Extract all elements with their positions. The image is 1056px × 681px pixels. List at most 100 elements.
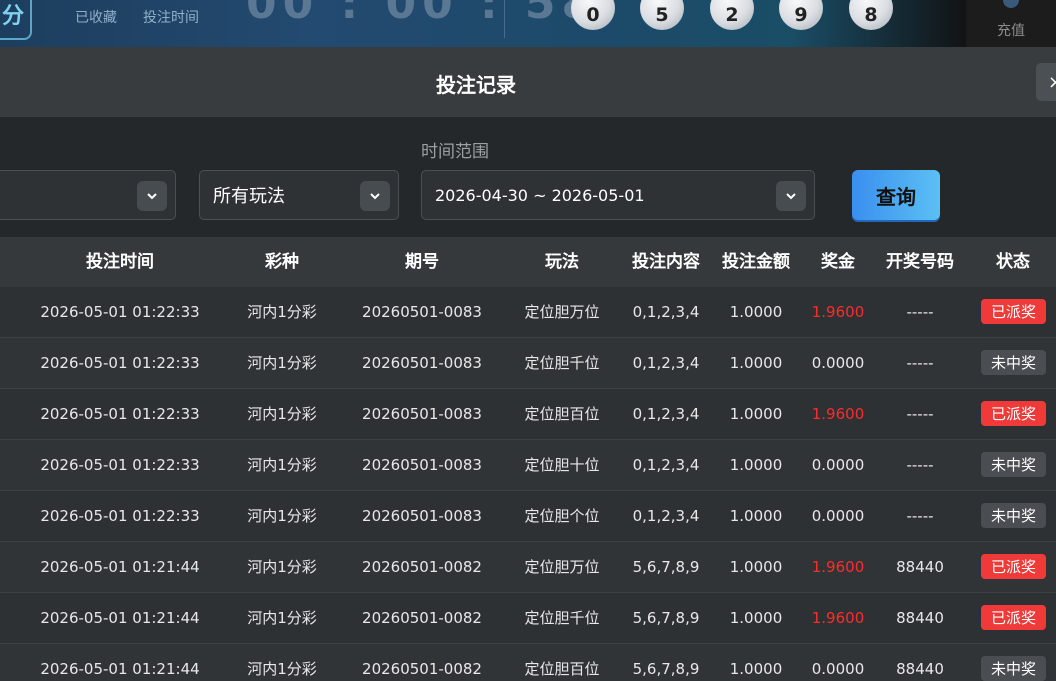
cell-bet-time: 2026-05-01 01:22:33: [40, 354, 200, 372]
cell-issue: 20260501-0082: [362, 609, 482, 627]
cell-bet-content: 5,6,7,8,9: [632, 660, 700, 678]
top-divider: [504, 0, 505, 38]
cell-bet-time: 2026-05-01 01:22:33: [40, 456, 200, 474]
table-row[interactable]: 2026-05-01 01:22:33 河内1分彩 20260501-0083 定位胆…: [0, 491, 1056, 542]
status-badge: 已派奖: [981, 554, 1046, 579]
lottery-logo: 分: [0, 0, 32, 40]
cell-lottery: 河内1分彩: [247, 609, 317, 627]
status-badge: 未中奖: [981, 503, 1046, 528]
cell-lottery: 河内1分彩: [247, 507, 317, 525]
bet-time-link[interactable]: 投注时间: [143, 7, 199, 27]
cell-lottery: 河内1分彩: [247, 456, 317, 474]
cell-play-type: 定位胆万位: [524, 558, 600, 576]
cell-play-type: 定位胆万位: [524, 303, 600, 321]
cell-bet-amount: 1.0000: [729, 609, 783, 627]
cell-bet-amount: 1.0000: [729, 660, 783, 678]
cell-bet-amount: 1.0000: [729, 405, 783, 423]
cell-bet-time: 2026-05-01 01:21:44: [40, 558, 200, 576]
draw-ball: 9: [779, 0, 823, 30]
cell-bet-content: 0,1,2,3,4: [632, 456, 700, 474]
cell-lottery: 河内1分彩: [247, 303, 317, 321]
cell-issue: 20260501-0083: [362, 405, 482, 423]
cell-draw-number: 88440: [896, 660, 944, 678]
cell-play-type: 定位胆百位: [524, 660, 600, 678]
cell-prize: 0.0000: [811, 354, 865, 372]
column-header: 奖金: [821, 252, 855, 272]
time-range-label: 时间范围: [421, 142, 489, 162]
cell-lottery: 河内1分彩: [247, 660, 317, 678]
table-row[interactable]: 2026-05-01 01:22:33 河内1分彩 20260501-0083 定位胆…: [0, 287, 1056, 338]
play-type-select-value: 所有玩法: [213, 186, 285, 207]
modal-header: 投注记录 ×: [0, 47, 1056, 117]
countdown-timer: 00 : 00 : 58: [246, 0, 599, 29]
bet-records-modal: 投注记录 × 所有玩法 时间范围 2026-04-30 ~ 2026-05-01…: [0, 47, 1056, 681]
cell-prize: 1.9600: [811, 405, 865, 423]
table-row[interactable]: 2026-05-01 01:21:44 河内1分彩 20260501-0082 定位胆…: [0, 593, 1056, 644]
modal-title: 投注记录: [436, 73, 516, 97]
cell-draw-number: -----: [906, 405, 934, 423]
status-badge: 已派奖: [981, 299, 1046, 324]
cell-play-type: 定位胆百位: [524, 405, 600, 423]
play-type-select[interactable]: 所有玩法: [199, 170, 399, 220]
chevron-down-icon: [776, 181, 806, 211]
time-range-select[interactable]: 2026-04-30 ~ 2026-05-01: [421, 170, 815, 220]
cell-lottery: 河内1分彩: [247, 354, 317, 372]
cell-play-type: 定位胆千位: [524, 609, 600, 627]
cell-prize: 0.0000: [811, 456, 865, 474]
column-header: 状态: [996, 252, 1030, 272]
cell-bet-content: 5,6,7,8,9: [632, 558, 700, 576]
cell-bet-content: 5,6,7,8,9: [632, 609, 700, 627]
status-badge: 未中奖: [981, 452, 1046, 477]
cell-bet-amount: 1.0000: [729, 303, 783, 321]
cell-play-type: 定位胆十位: [524, 456, 600, 474]
cell-play-type: 定位胆个位: [524, 507, 600, 525]
cell-bet-amount: 1.0000: [729, 558, 783, 576]
cell-prize: 0.0000: [811, 507, 865, 525]
cell-draw-number: -----: [906, 507, 934, 525]
close-button[interactable]: ×: [1036, 63, 1056, 101]
top-bar: 分 已收藏 投注时间 00 : 00 : 58 0 5 2 9 8 充值: [0, 0, 1056, 47]
cell-bet-content: 0,1,2,3,4: [632, 405, 700, 423]
time-range-value: 2026-04-30 ~ 2026-05-01: [435, 185, 645, 205]
table-row[interactable]: 2026-05-01 01:22:33 河内1分彩 20260501-0083 定位胆…: [0, 338, 1056, 389]
cell-lottery: 河内1分彩: [247, 405, 317, 423]
draw-ball: 8: [849, 0, 893, 30]
cell-bet-content: 0,1,2,3,4: [632, 354, 700, 372]
cell-bet-time: 2026-05-01 01:22:33: [40, 507, 200, 525]
cell-lottery: 河内1分彩: [247, 558, 317, 576]
column-header: 期号: [405, 252, 439, 272]
column-header: 彩种: [265, 252, 299, 272]
table-row[interactable]: 2026-05-01 01:21:44 河内1分彩 20260501-0082 定位胆…: [0, 644, 1056, 681]
query-button[interactable]: 查询: [852, 170, 940, 220]
status-badge: 已派奖: [981, 401, 1046, 426]
favorited-link[interactable]: 已收藏: [75, 7, 117, 27]
recharge-label: 充值: [997, 23, 1025, 39]
cell-bet-time: 2026-05-01 01:22:33: [40, 405, 200, 423]
chevron-down-icon: [137, 181, 167, 211]
chevron-down-icon: [360, 181, 390, 211]
cell-prize: 1.9600: [811, 558, 865, 576]
cell-bet-amount: 1.0000: [729, 507, 783, 525]
filter-bar: 所有玩法 时间范围 2026-04-30 ~ 2026-05-01 查询: [0, 117, 1056, 237]
table-row[interactable]: 2026-05-01 01:22:33 河内1分彩 20260501-0083 定位胆…: [0, 389, 1056, 440]
cell-issue: 20260501-0083: [362, 507, 482, 525]
cell-draw-number: -----: [906, 456, 934, 474]
cell-bet-amount: 1.0000: [729, 354, 783, 372]
cell-issue: 20260501-0083: [362, 456, 482, 474]
cell-bet-time: 2026-05-01 01:21:44: [40, 660, 200, 678]
column-header: 玩法: [545, 252, 579, 272]
cell-draw-number: 88440: [896, 609, 944, 627]
table-row[interactable]: 2026-05-01 01:22:33 河内1分彩 20260501-0083 定位胆…: [0, 440, 1056, 491]
cell-bet-amount: 1.0000: [729, 456, 783, 474]
draw-ball: 5: [640, 0, 684, 30]
table-row[interactable]: 2026-05-01 01:21:44 河内1分彩 20260501-0082 定位胆…: [0, 542, 1056, 593]
lottery-select[interactable]: [0, 170, 176, 220]
cell-issue: 20260501-0083: [362, 303, 482, 321]
cell-prize: 1.9600: [811, 609, 865, 627]
cell-issue: 20260501-0083: [362, 354, 482, 372]
cell-play-type: 定位胆千位: [524, 354, 600, 372]
recharge-button[interactable]: 充值: [966, 0, 1056, 47]
logo-char: 分: [1, 4, 24, 29]
cell-prize: 1.9600: [811, 303, 865, 321]
cell-bet-time: 2026-05-01 01:21:44: [40, 609, 200, 627]
